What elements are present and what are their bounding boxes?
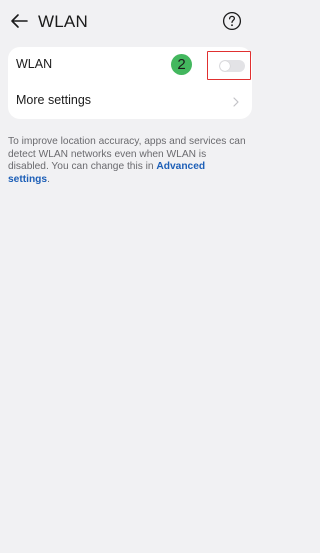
page-title: WLAN — [38, 12, 88, 31]
more-settings-label: More settings — [16, 93, 92, 107]
chevron-right-icon — [232, 95, 240, 107]
wlan-row[interactable]: WLAN 2 — [8, 47, 252, 83]
wlan-settings-card: WLAN 2 More settings — [8, 47, 252, 119]
question-circle-icon[interactable] — [222, 11, 242, 31]
wlan-scanning-description: To improve location accuracy, apps and s… — [8, 136, 248, 186]
top-app-bar: WLAN — [0, 0, 254, 44]
more-settings-row[interactable]: More settings — [8, 83, 252, 119]
arrow-left-icon[interactable] — [8, 10, 30, 32]
description-suffix: . — [47, 173, 50, 185]
step-badge: 2 — [171, 54, 192, 75]
wlan-label: WLAN — [16, 57, 53, 71]
description-text: To improve location accuracy, apps and s… — [8, 136, 246, 173]
toggle-knob — [220, 61, 230, 71]
wlan-toggle[interactable] — [219, 60, 245, 72]
